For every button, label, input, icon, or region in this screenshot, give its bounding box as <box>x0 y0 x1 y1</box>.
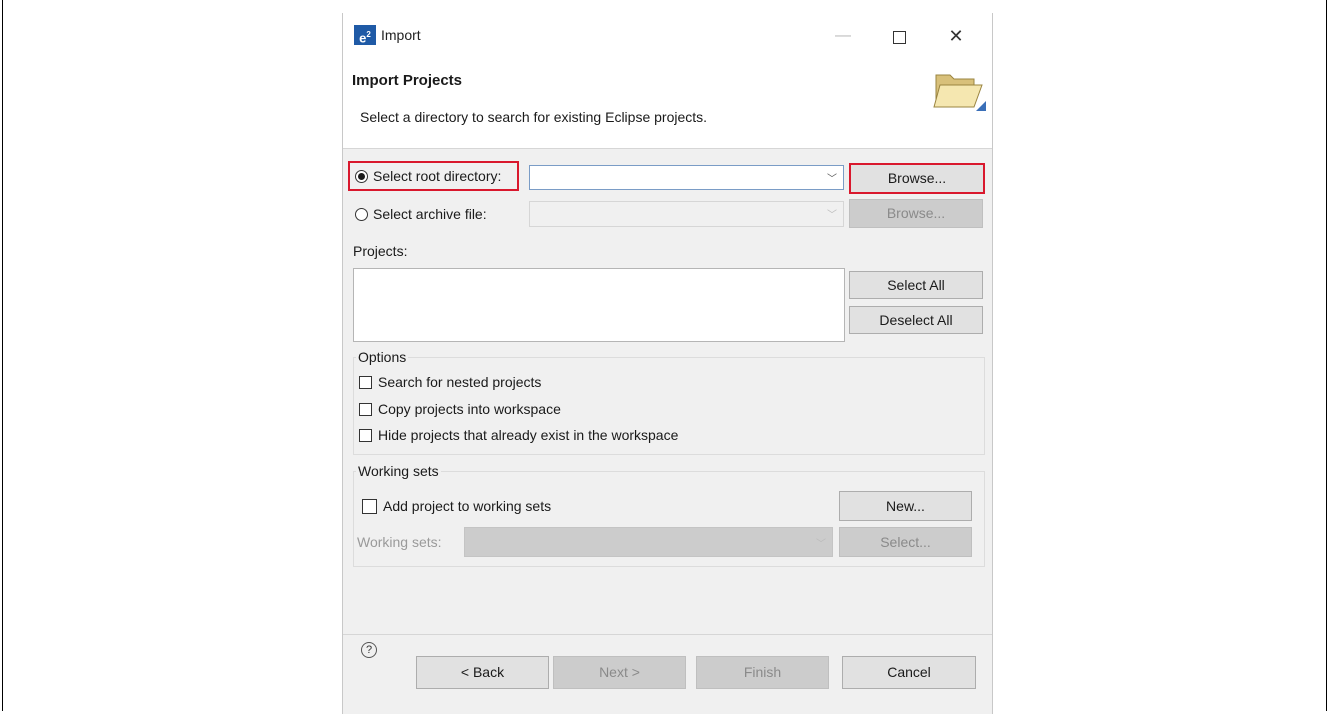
help-icon[interactable]: ? <box>361 642 377 658</box>
new-working-set-button[interactable]: New... <box>839 491 972 521</box>
nested-projects-label: Search for nested projects <box>378 374 542 390</box>
archive-file-label: Select archive file: <box>373 206 487 222</box>
close-button[interactable]: ✕ <box>936 22 976 50</box>
cancel-button[interactable]: Cancel <box>842 656 976 689</box>
hide-existing-checkbox[interactable] <box>359 428 372 442</box>
working-sets-combo[interactable]: ﹀ <box>464 527 833 557</box>
chevron-down-icon[interactable]: ﹀ <box>827 206 837 221</box>
finish-button[interactable]: Finish <box>696 656 829 689</box>
root-directory-label: Select root directory: <box>373 168 502 184</box>
chevron-down-icon[interactable]: ﹀ <box>827 170 837 185</box>
title-bar: e2 Import — ✕ <box>343 13 992 60</box>
window-title: Import <box>381 27 421 43</box>
root-directory-radio[interactable] <box>355 169 368 183</box>
add-to-working-sets-label: Add project to working sets <box>383 498 552 514</box>
deselect-all-button[interactable]: Deselect All <box>849 306 983 334</box>
browse-directory-button[interactable]: Browse... <box>849 163 985 194</box>
archive-file-radio[interactable] <box>355 207 368 221</box>
projects-label: Projects: <box>353 243 408 259</box>
add-to-working-sets-checkbox[interactable] <box>362 498 377 514</box>
maximize-button[interactable] <box>879 22 919 50</box>
folder-icon <box>933 74 986 111</box>
copy-projects-label: Copy projects into workspace <box>378 401 561 417</box>
archive-file-combo[interactable]: ﹀ <box>529 201 844 227</box>
archive-file-option[interactable]: Select archive file: <box>355 202 487 226</box>
next-button[interactable]: Next > <box>553 656 686 689</box>
working-sets-field-label: Working sets: <box>357 534 442 550</box>
projects-list[interactable] <box>353 268 845 342</box>
page-description: Select a directory to search for existin… <box>360 109 708 125</box>
page-title: Import Projects <box>352 72 463 89</box>
maximize-icon <box>892 30 906 44</box>
option-nested-projects[interactable]: Search for nested projects <box>359 374 541 390</box>
working-sets-title: Working sets <box>356 463 441 479</box>
back-button[interactable]: < Back <box>416 656 549 689</box>
select-working-set-button[interactable]: Select... <box>839 527 972 557</box>
hide-existing-label: Hide projects that already exist in the … <box>378 427 679 443</box>
footer-divider <box>343 634 992 635</box>
browse-archive-button[interactable]: Browse... <box>849 199 983 228</box>
app-icon: e2 <box>354 25 376 45</box>
options-title: Options <box>356 349 409 365</box>
add-to-working-sets-option[interactable]: Add project to working sets <box>362 498 551 514</box>
root-directory-combo[interactable]: ﹀ <box>529 165 844 190</box>
chevron-down-icon[interactable]: ﹀ <box>816 535 826 550</box>
option-copy-projects[interactable]: Copy projects into workspace <box>359 401 561 417</box>
option-hide-existing[interactable]: Hide projects that already exist in the … <box>359 427 678 443</box>
nested-projects-checkbox[interactable] <box>359 375 372 389</box>
root-directory-option[interactable]: Select root directory: <box>348 161 519 191</box>
minimize-button[interactable]: — <box>823 22 863 50</box>
import-dialog: e2 Import — ✕ Import Projects Select a d… <box>342 13 993 714</box>
select-all-button[interactable]: Select All <box>849 271 983 299</box>
wizard-banner: Import Projects Select a directory to se… <box>343 60 992 149</box>
copy-projects-checkbox[interactable] <box>359 402 372 416</box>
